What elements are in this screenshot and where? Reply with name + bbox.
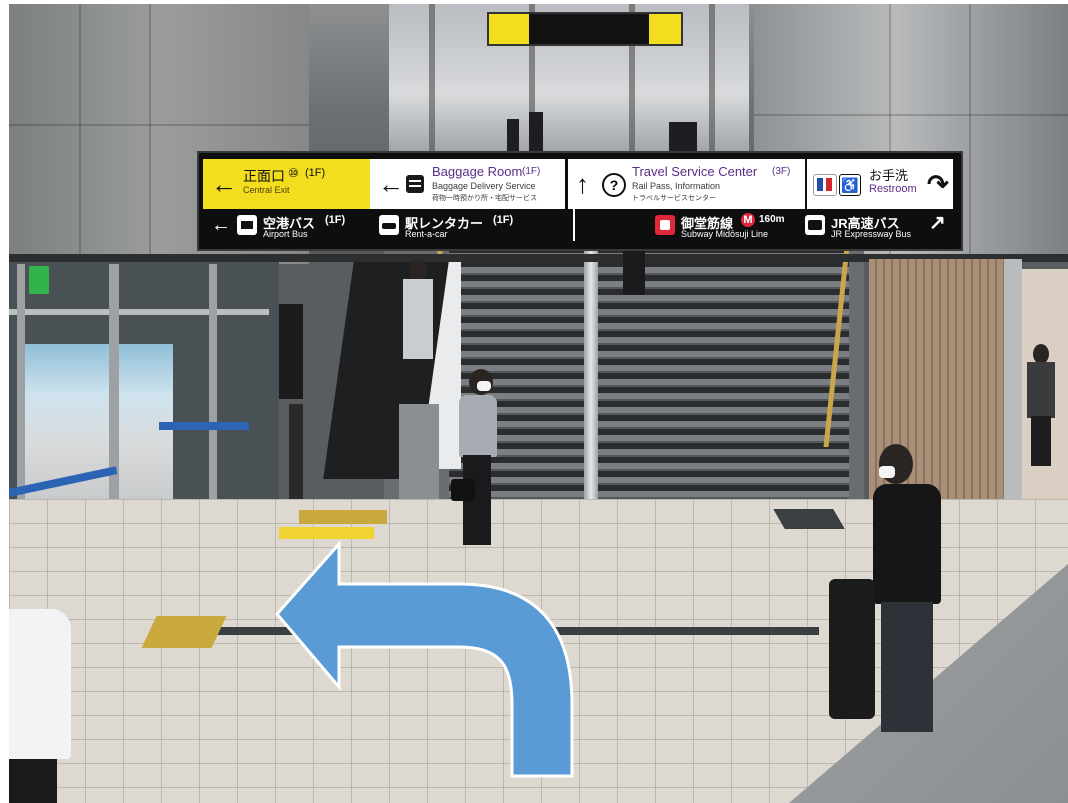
turn-left-arrow-icon xyxy=(275,540,574,778)
station-concourse-photo: ← 正面口 ⑩ (1F) Central Exit ← Baggage Room… xyxy=(9,4,1068,803)
arrow-shape xyxy=(275,540,574,778)
